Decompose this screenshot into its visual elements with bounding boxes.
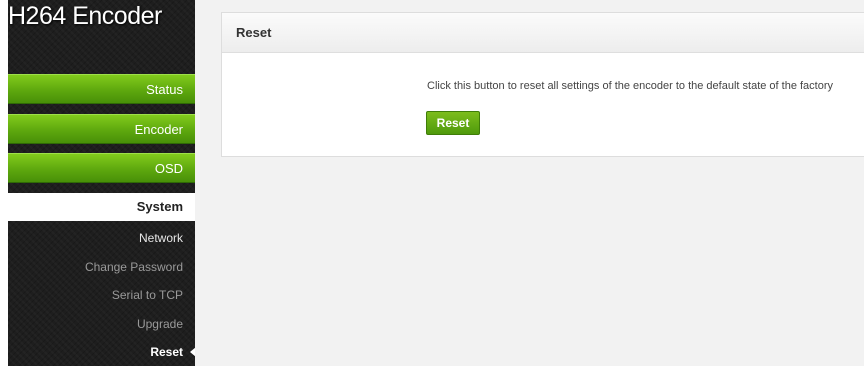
reset-button[interactable]: Reset [426,111,480,135]
reset-panel: Reset Click this button to reset all set… [221,12,864,157]
app-title: H264 Encoder [8,2,162,30]
subnav-item-upgrade[interactable]: Upgrade [8,313,195,335]
sidebar: H264 Encoder Status Encoder OSD System N… [8,0,196,366]
subnav-item-reset-label: Reset [150,345,183,359]
nav-item-system[interactable]: System [8,193,195,221]
nav-item-encoder[interactable]: Encoder [8,114,195,144]
subnav-item-serial-to-tcp[interactable]: Serial to TCP [8,284,195,306]
subnav-item-change-password[interactable]: Change Password [8,256,195,278]
nav-item-status[interactable]: Status [8,74,195,104]
nav-item-osd[interactable]: OSD [8,153,195,183]
page: H264 Encoder Status Encoder OSD System N… [0,0,864,366]
subnav-item-network[interactable]: Network [8,227,195,249]
reset-description: Click this button to reset all settings … [427,80,834,92]
panel-title: Reset [222,13,864,53]
main-content: Reset Click this button to reset all set… [195,0,864,366]
subnav-item-reset[interactable]: Reset [8,341,196,363]
